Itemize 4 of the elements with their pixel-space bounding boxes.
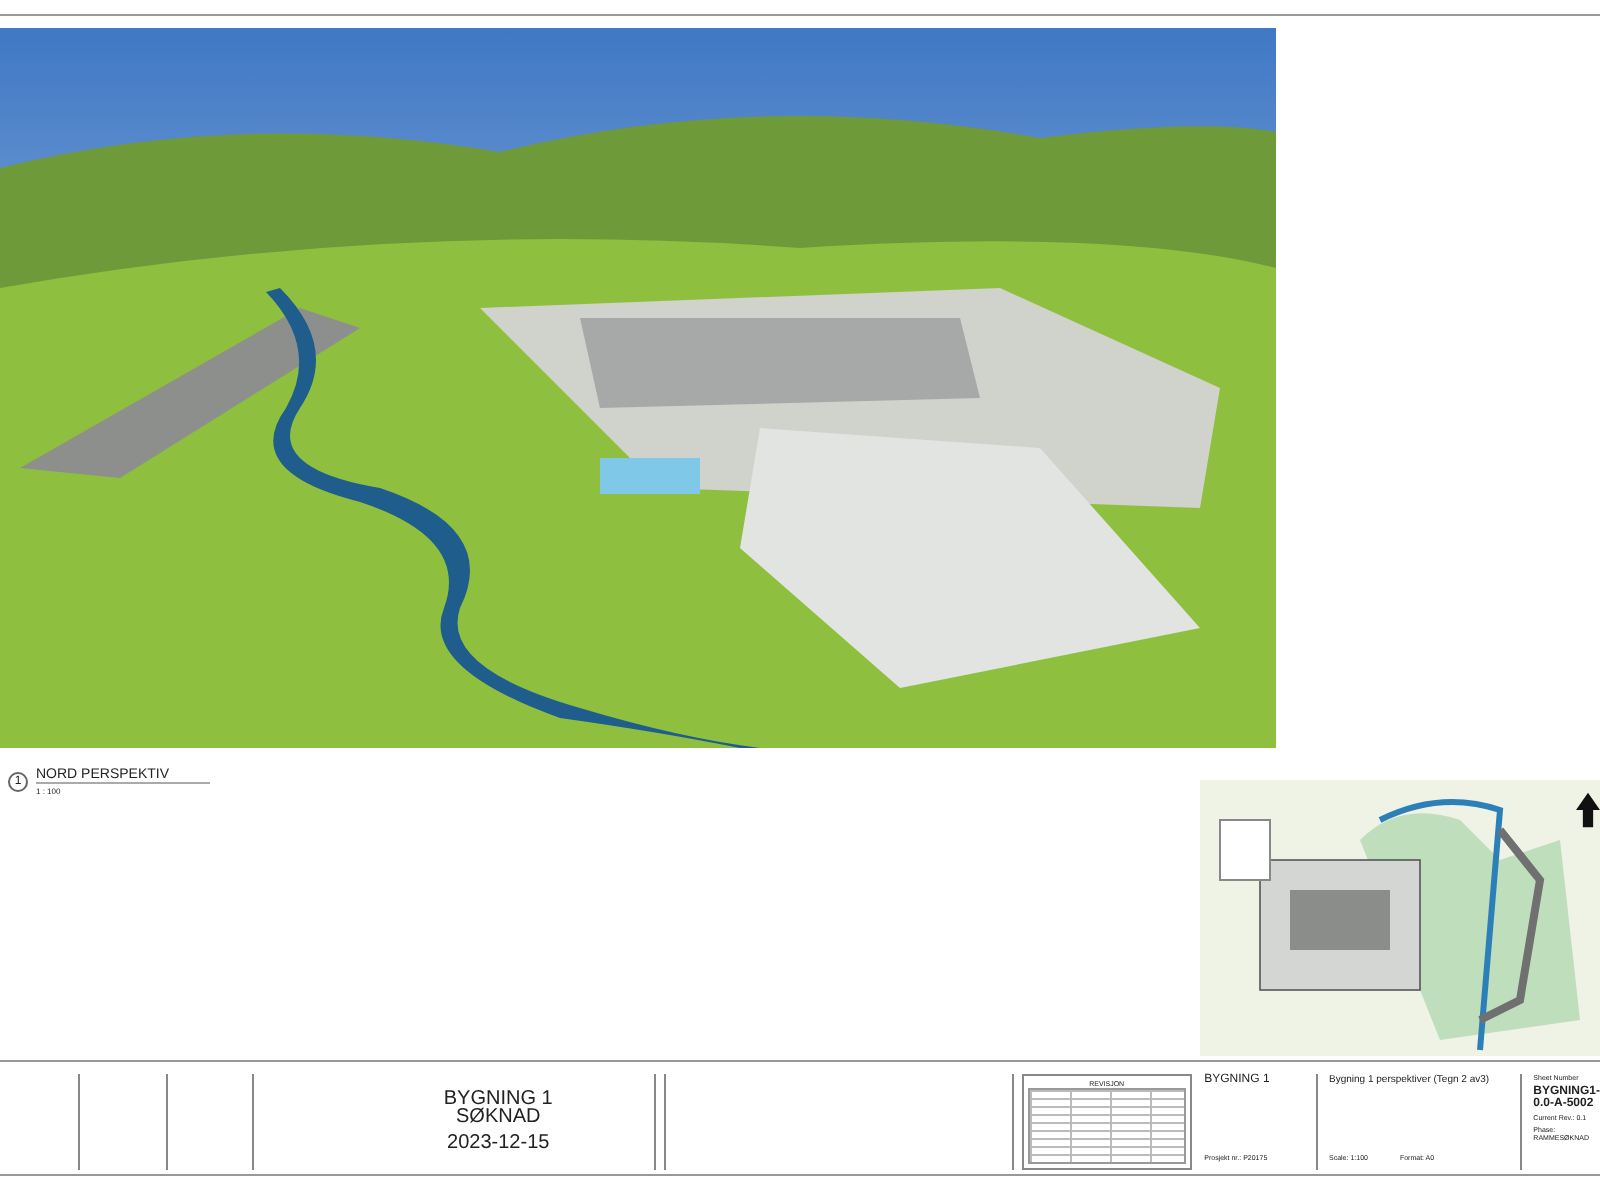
north-arrow-icon [1576, 792, 1600, 828]
stage-label: SØKNAD [456, 1108, 541, 1126]
building-name: BYGNING 1 [443, 1090, 553, 1108]
issue-date: 2023-12-15 [447, 1132, 550, 1154]
